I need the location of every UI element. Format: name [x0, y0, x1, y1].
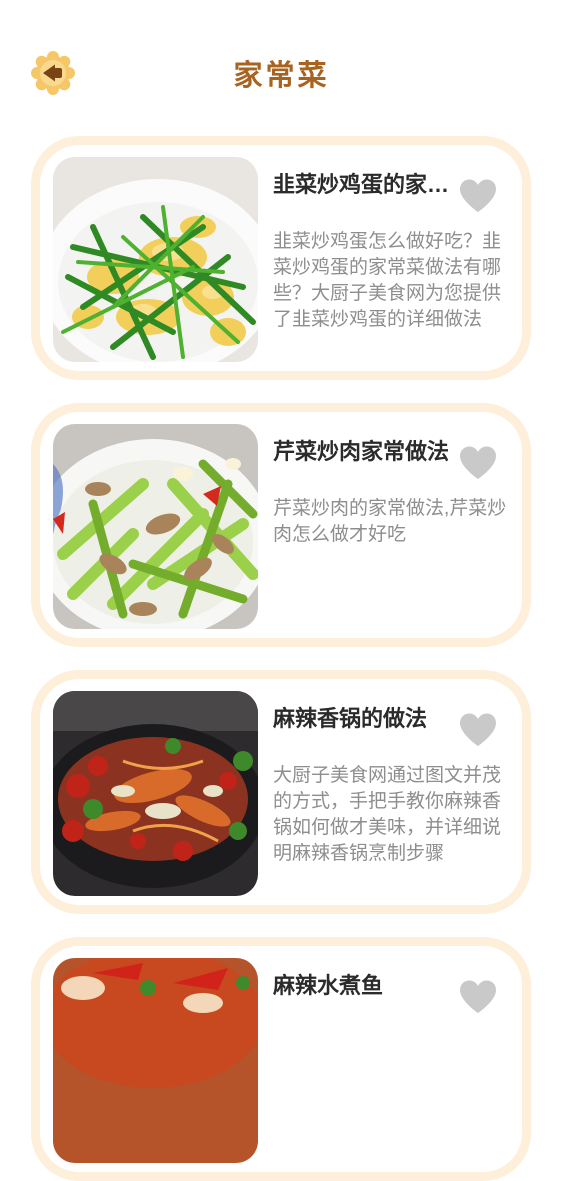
recipe-card[interactable]: 麻辣香锅的做法 大厨子美食网通过图文并茂的方式，手把手教你麻辣香锅如何做才美味，…: [31, 670, 531, 914]
heart-icon: [460, 980, 496, 1013]
header: 家常菜: [0, 0, 563, 140]
recipe-description: 大厨子美食网通过图文并茂的方式，手把手教你麻辣香锅如何做才美味，并详细说明麻辣香…: [273, 765, 502, 864]
heart-icon: [460, 179, 496, 212]
recipe-image-celery-pork: [53, 424, 258, 629]
recipe-card[interactable]: 芹菜炒肉家常做法 芹菜炒肉的家常做法,芹菜炒肉怎么做才好吃: [31, 403, 531, 647]
recipe-image-spicy-pot: [53, 691, 258, 896]
recipe-description: 芹菜炒肉的家常做法,芹菜炒肉怎么做才好吃: [273, 498, 507, 545]
heart-icon: [460, 713, 496, 746]
recipe-title: 芹菜炒肉家常做法: [273, 439, 450, 464]
recipe-title: 麻辣香锅的做法: [273, 706, 428, 731]
page-title: 家常菜: [233, 58, 330, 92]
favorite-button[interactable]: [458, 445, 498, 481]
recipe-image-chive-egg: [53, 157, 258, 362]
heart-icon: [460, 446, 496, 479]
favorite-button[interactable]: [458, 178, 498, 214]
recipe-title: 韭菜炒鸡蛋的家常做法: [273, 172, 453, 197]
recipe-image-boiled-fish: [53, 958, 258, 1163]
recipe-card[interactable]: 韭菜炒鸡蛋的家常做法 韭菜炒鸡蛋怎么做好吃？韭菜炒鸡蛋的家常菜做法有哪些？大厨子…: [31, 136, 531, 380]
recipe-title: 麻辣水煮鱼: [273, 973, 384, 998]
favorite-button[interactable]: [458, 712, 498, 748]
favorite-button[interactable]: [458, 979, 498, 1015]
recipe-card[interactable]: 麻辣水煮鱼: [31, 937, 531, 1181]
recipe-description: 韭菜炒鸡蛋怎么做好吃？韭菜炒鸡蛋的家常菜做法有哪些？大厨子美食网为您提供了韭菜炒…: [273, 231, 502, 330]
